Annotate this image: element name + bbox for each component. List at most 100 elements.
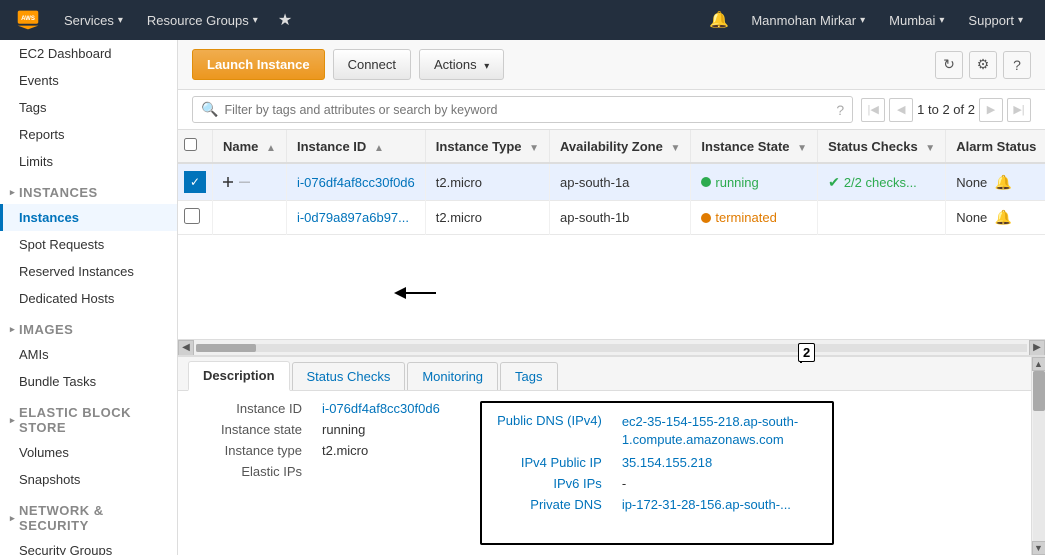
detail-row-ipv6: IPv6 IPs - <box>492 476 822 491</box>
sidebar-item-events[interactable]: Events <box>0 67 177 94</box>
instance-id-sort-icon: ▲ <box>374 143 384 154</box>
notifications-bell[interactable]: 🔔 <box>699 0 739 40</box>
vscroll-track[interactable] <box>1033 391 1045 541</box>
alarm-bell-icon[interactable]: 🔔 <box>995 174 1012 190</box>
sidebar-section-images: ▸ IMAGES <box>0 312 177 341</box>
row1-state: running <box>691 163 818 201</box>
row1-checkbox[interactable]: ✓ <box>184 171 206 193</box>
row2-az: ap-south-1b <box>550 201 691 235</box>
alarm-bell-icon2[interactable]: 🔔 <box>995 209 1012 225</box>
row2-instance-type: t2.micro <box>425 201 549 235</box>
detail-tabs: Description Status Checks Monitoring Tag… <box>178 357 1045 391</box>
user-menu[interactable]: Manmohan Mirkar ▾ <box>739 0 877 40</box>
row2-checkbox-cell[interactable] <box>178 201 213 235</box>
sidebar-item-instances[interactable]: Instances <box>0 204 177 231</box>
select-all-header[interactable] <box>178 130 213 163</box>
row1-instance-type: t2.micro <box>425 163 549 201</box>
search-input-wrapper: 🔍 ? <box>192 96 853 123</box>
row1-instance-id[interactable]: i-076df4af8cc30f0d6 <box>286 163 425 201</box>
settings-button[interactable]: ⚙ <box>969 51 997 79</box>
table-row[interactable]: i-0d79a897a6b97... t2.micro ap-south-1b … <box>178 201 1045 235</box>
sidebar-item-spot-requests[interactable]: Spot Requests <box>0 231 177 258</box>
row1-az: ap-south-1a <box>550 163 691 201</box>
page-last-button[interactable]: ▶| <box>1007 98 1031 122</box>
detail-row-instance-state: Instance state running <box>192 422 440 437</box>
row1-checkbox-cell[interactable]: ✓ <box>178 163 213 201</box>
content-area: Launch Instance Connect Actions ▾ ↻ ⚙ ? … <box>178 40 1045 555</box>
region-caret: ▾ <box>939 15 944 26</box>
refresh-button[interactable]: ↻ <box>935 51 963 79</box>
sidebar-item-volumes[interactable]: Volumes <box>0 439 177 466</box>
services-menu[interactable]: Services ▾ <box>52 0 135 40</box>
region-menu[interactable]: Mumbai ▾ <box>877 0 956 40</box>
tab-tags[interactable]: Tags <box>500 362 557 390</box>
resource-groups-menu[interactable]: Resource Groups ▾ <box>135 0 270 40</box>
sidebar-item-reports[interactable]: Reports <box>0 121 177 148</box>
az-sort-icon: ▼ <box>670 143 680 154</box>
toolbar: Launch Instance Connect Actions ▾ ↻ ⚙ ? <box>178 40 1045 90</box>
search-input[interactable] <box>224 103 836 117</box>
aws-logo[interactable]: AWS <box>10 2 46 38</box>
col-status-checks[interactable]: Status Checks ▼ <box>818 130 946 163</box>
detail-vertical-scrollbar: ▲ ▼ <box>1031 391 1045 555</box>
search-bar: 🔍 ? |◀ ◀ 1 to 2 of 2 ▶ ▶| <box>178 90 1045 130</box>
vscroll-thumb[interactable] <box>1033 391 1045 411</box>
sidebar-item-tags[interactable]: Tags <box>0 94 177 121</box>
connect-button[interactable]: Connect <box>333 49 411 80</box>
svg-text:AWS: AWS <box>21 16 35 22</box>
col-instance-id[interactable]: Instance ID ▲ <box>286 130 425 163</box>
row1-name: — <box>213 163 287 201</box>
sidebar-item-reserved-instances[interactable]: Reserved Instances <box>0 258 177 285</box>
launch-instance-button[interactable]: Launch Instance <box>192 49 325 80</box>
actions-caret-icon: ▾ <box>484 61 489 72</box>
scroll-thumb[interactable] <box>196 344 256 352</box>
tab-monitoring[interactable]: Monitoring <box>407 362 498 390</box>
page-prev-button[interactable]: ◀ <box>889 98 913 122</box>
scroll-track[interactable] <box>196 344 1027 352</box>
table-row[interactable]: ✓ — i-076df4af8cc30f0d6 <box>178 163 1045 201</box>
check-circle-icon: ✔ <box>828 174 840 191</box>
sidebar-item-limits[interactable]: Limits <box>0 148 177 175</box>
row2-state: terminated <box>691 201 818 235</box>
col-name[interactable]: Name ▲ <box>213 130 287 163</box>
search-icon: 🔍 <box>201 101 218 118</box>
sidebar-item-security-groups[interactable]: Security Groups <box>0 537 177 555</box>
horizontal-scrollbar: ◀ ▶ <box>178 339 1045 355</box>
terminated-dot-icon <box>701 213 711 223</box>
tab-description[interactable]: Description <box>188 361 290 391</box>
row1-status-checks: ✔ 2/2 checks... <box>818 163 946 201</box>
scroll-left-button[interactable]: ◀ <box>178 340 194 356</box>
sidebar-section-instances: ▸ INSTANCES <box>0 175 177 204</box>
row2-checkbox[interactable] <box>184 208 200 224</box>
sidebar-item-snapshots[interactable]: Snapshots <box>0 466 177 493</box>
state-sort-icon: ▼ <box>797 143 807 154</box>
bookmarks-button[interactable]: ★ <box>270 0 300 40</box>
page-next-button[interactable]: ▶ <box>979 98 1003 122</box>
col-instance-type[interactable]: Instance Type ▼ <box>425 130 549 163</box>
col-az[interactable]: Availability Zone ▼ <box>550 130 691 163</box>
detail-row-elastic-ips: Elastic IPs <box>192 464 440 479</box>
help-button[interactable]: ? <box>1003 51 1031 79</box>
support-menu[interactable]: Support ▾ <box>956 0 1035 40</box>
section-triangle-icon: ▸ <box>10 187 15 198</box>
col-state[interactable]: Instance State ▼ <box>691 130 818 163</box>
running-dot-icon <box>701 177 711 187</box>
vscroll-down-button[interactable]: ▼ <box>1032 541 1045 555</box>
detail-row-public-dns: Public DNS (IPv4) ec2-35-154-155-218.ap-… <box>492 413 822 449</box>
sidebar-section-network: ▸ NETWORK & SECURITY <box>0 493 177 537</box>
col-alarm-status[interactable]: Alarm Status <box>946 130 1045 163</box>
detail-left-col: Instance ID i-076df4af8cc30f0d6 Instance… <box>192 401 440 545</box>
sidebar-item-dedicated-hosts[interactable]: Dedicated Hosts <box>0 285 177 312</box>
sidebar-item-ec2dashboard[interactable]: EC2 Dashboard <box>0 40 177 67</box>
sidebar-item-bundle-tasks[interactable]: Bundle Tasks <box>0 368 177 395</box>
row2-instance-id[interactable]: i-0d79a897a6b97... <box>286 201 425 235</box>
user-caret: ▾ <box>860 15 865 26</box>
sidebar-item-amis[interactable]: AMIs <box>0 341 177 368</box>
search-help-icon[interactable]: ? <box>836 102 844 118</box>
page-first-button[interactable]: |◀ <box>861 98 885 122</box>
sidebar: ‹ EC2 Dashboard Events Tags Reports Limi… <box>0 40 178 555</box>
select-all-checkbox[interactable] <box>184 138 197 151</box>
actions-button[interactable]: Actions ▾ <box>419 49 504 80</box>
scroll-right-button[interactable]: ▶ <box>1029 340 1045 356</box>
tab-status-checks[interactable]: Status Checks <box>292 362 406 390</box>
